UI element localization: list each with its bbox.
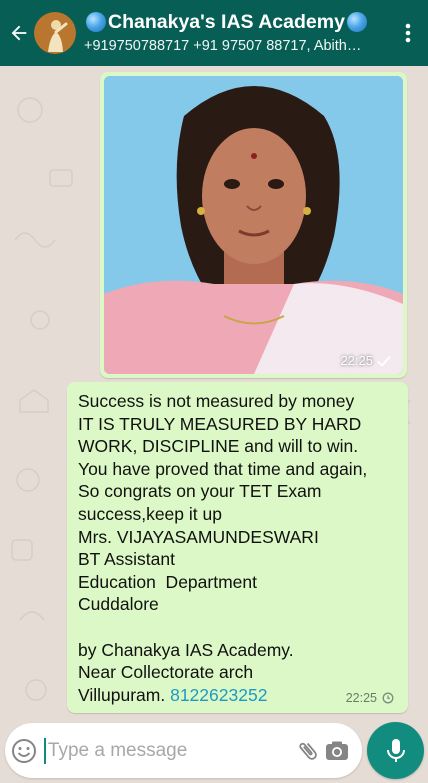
message-line: by Chanakya IAS Academy. [78,639,294,660]
message-line: BT Assistant [78,549,175,570]
globe-icon [346,11,367,32]
text-message-bubble[interactable]: Success is not measured by money IT IS TR… [67,382,408,713]
arrow-left-icon [11,25,27,41]
globe-icon [86,11,106,32]
emoji-icon [12,738,37,763]
camera-icon [326,741,349,760]
back-button[interactable] [2,0,36,66]
contact-avatar[interactable] [34,12,76,54]
contact-info[interactable]: Chanakya's IAS Academy +919750788717 +91… [84,11,388,56]
camera-button[interactable] [322,723,352,778]
paperclip-icon [299,742,317,760]
phone-number-link[interactable]: 8122623252 [170,685,267,705]
text-message-time: 22:25 [345,691,377,705]
more-vertical-icon [405,23,411,43]
attach-button[interactable] [293,723,323,778]
message-line: success,keep it up [78,503,222,524]
chat-header: Chanakya's IAS Academy +919750788717 +91… [0,0,428,66]
message-line [78,616,398,639]
message-line: IT IS TRULY MEASURED BY HARD [78,413,362,434]
message-line: You have proved that time and again, [78,458,368,479]
image-message-bubble[interactable]: 22:25 [100,72,407,378]
text-message-meta: 22:25 [346,691,394,705]
emoji-button[interactable] [5,723,44,778]
message-line: Mrs. VIJAYASAMUNDESWARI [78,526,319,547]
message-line: Success is not measured by money [78,391,355,411]
more-options-button[interactable] [388,0,428,66]
message-line: So congrats on your TET Exam [78,481,322,502]
message-input[interactable] [43,737,293,764]
message-line: WORK, DISCIPLINE and will to win. [78,436,359,457]
chat-title: Chanakya's IAS Academy [108,10,345,33]
message-line: Cuddalore [78,594,159,615]
message-composer [5,723,362,778]
image-message-meta: 22:25 [340,353,391,368]
message-line: Education Department [78,571,257,592]
chat-participants: +919750788717 +91 97507 88717, Abith… [84,37,362,54]
microphone-icon [386,738,405,762]
portrait-image [104,76,403,374]
statue-avatar-icon [34,12,76,54]
message-text: Success is not measured by money IT IS TR… [78,390,398,706]
message-photo[interactable] [104,76,403,374]
message-line-text: Villupuram. [78,684,171,705]
message-line: Near Collectorate arch [78,662,254,683]
voice-record-button[interactable] [367,722,424,779]
image-message-time: 22:25 [340,353,373,368]
check-icon [377,355,391,367]
clock-icon [382,692,394,704]
